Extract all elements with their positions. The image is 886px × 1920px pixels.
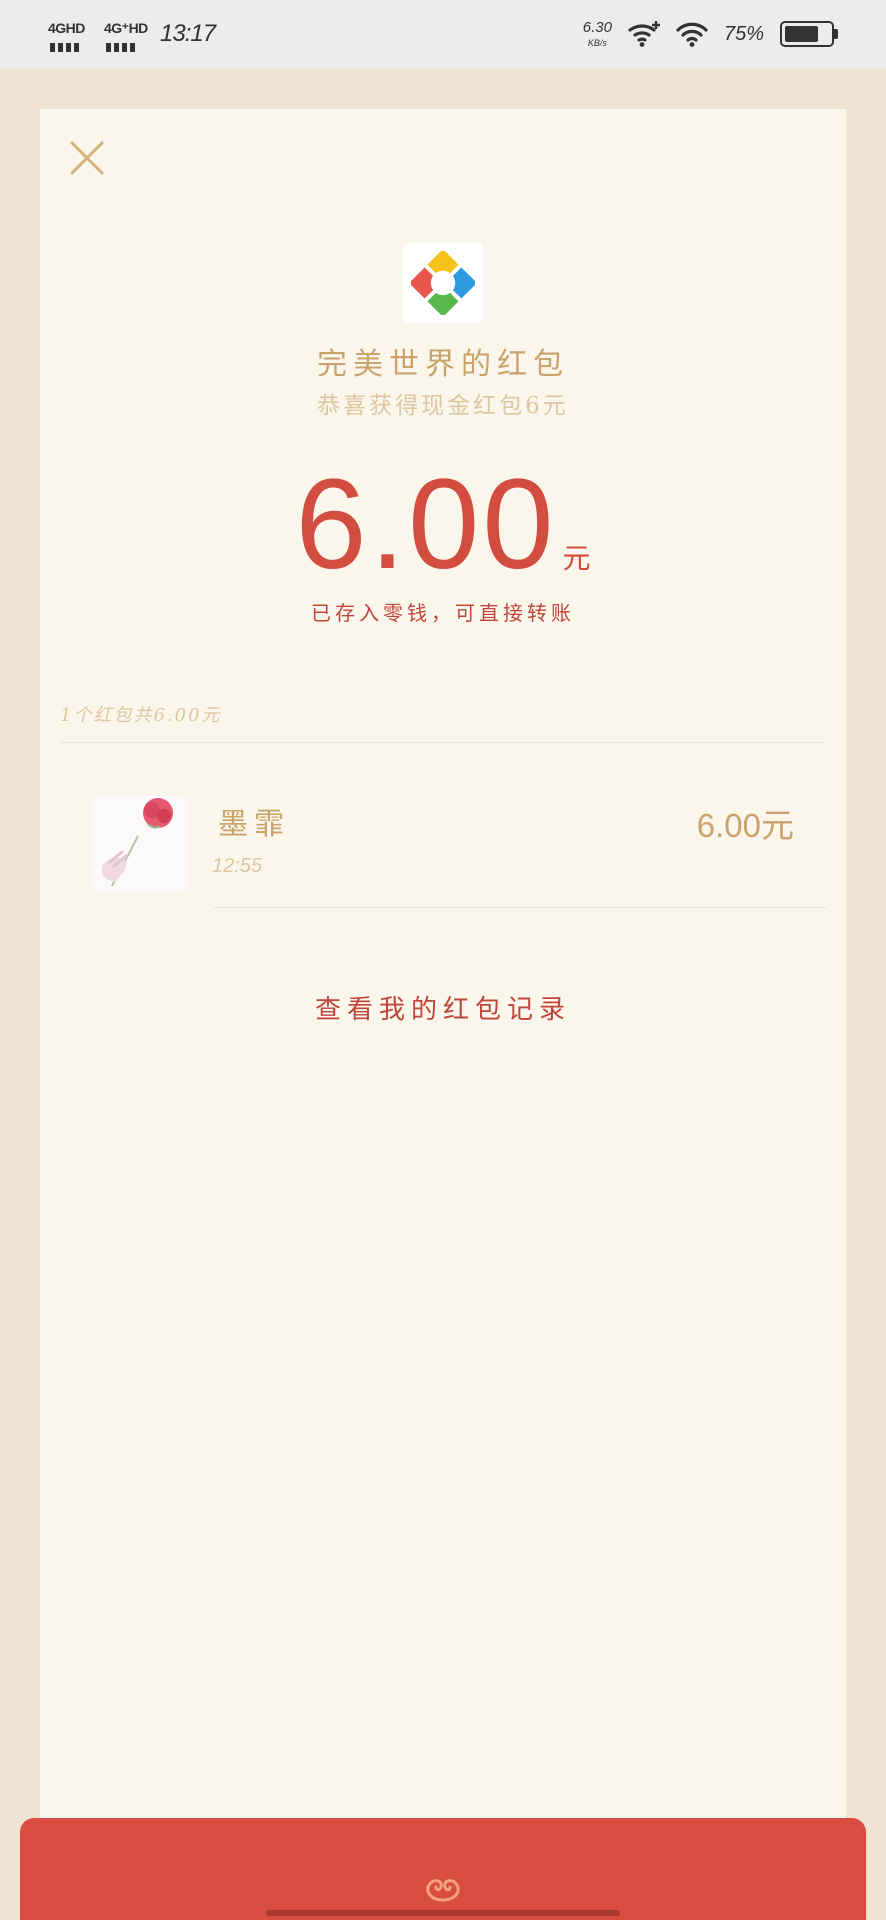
greeting-text: 恭喜获得现金红包6元	[317, 393, 569, 419]
amount-unit: 元	[562, 542, 591, 575]
packet-summary: 1个红包共6.00元	[60, 705, 222, 726]
battery-icon	[780, 21, 838, 47]
network-speed-value: 6.30	[582, 19, 612, 36]
sender-name: 墨霏	[218, 807, 290, 842]
perfect-world-logo-icon	[411, 251, 475, 315]
avatar[interactable]	[92, 796, 188, 892]
battery-percent: 75%	[723, 22, 764, 45]
cellular-signal-1: 4GHD	[48, 16, 90, 52]
wifi-plus-icon	[628, 21, 660, 47]
status-right: 6.30 KB/s 75%	[583, 14, 838, 54]
signal-bars-icon	[50, 43, 79, 52]
network-speed-unit: KB/s	[587, 38, 607, 48]
home-indicator[interactable]	[266, 1910, 620, 1916]
view-red-packet-history-link[interactable]: 查看我的红包记录	[40, 989, 846, 1026]
red-packet-detail-card: 完美世界的红包 恭喜获得现金红包6元 6.00 元 已存入零钱，可直接转账 1个红…	[40, 109, 846, 1854]
cellular-signal-2: 4G⁺HD	[104, 16, 148, 52]
network-speed: 6.30 KB/s	[583, 20, 612, 48]
status-left: 4GHD 4G⁺HD 13:17	[48, 14, 216, 54]
battery-level-fill	[785, 26, 818, 42]
status-bar: 4GHD 4G⁺HD 13:17 6.30 KB/s 75%	[0, 0, 886, 68]
divider	[214, 907, 826, 908]
list-item[interactable]: 墨霏 12:55 6.00元	[40, 743, 846, 909]
clock: 13:17	[160, 20, 216, 47]
envelope-zigzag-edge	[40, 1846, 846, 1860]
wifi-icon	[676, 22, 708, 47]
signal-2-label: 4G⁺HD	[104, 20, 148, 36]
received-time: 12:55	[212, 855, 263, 877]
envelope-emblem-icon	[426, 1879, 460, 1902]
rose-avatar-icon	[92, 796, 188, 892]
sender-title: 完美世界的红包	[317, 347, 569, 382]
app-logo	[403, 243, 483, 323]
stored-note: 已存入零钱，可直接转账	[311, 601, 575, 625]
signal-bars-icon	[106, 43, 135, 52]
amount-display: 6.00 元	[40, 461, 846, 589]
close-icon[interactable]	[68, 139, 106, 177]
amount-value: 6.00	[295, 453, 557, 596]
signal-1-label: 4GHD	[48, 20, 85, 36]
envelope-bottom	[20, 1818, 866, 1920]
record-amount: 6.00元	[696, 807, 794, 844]
